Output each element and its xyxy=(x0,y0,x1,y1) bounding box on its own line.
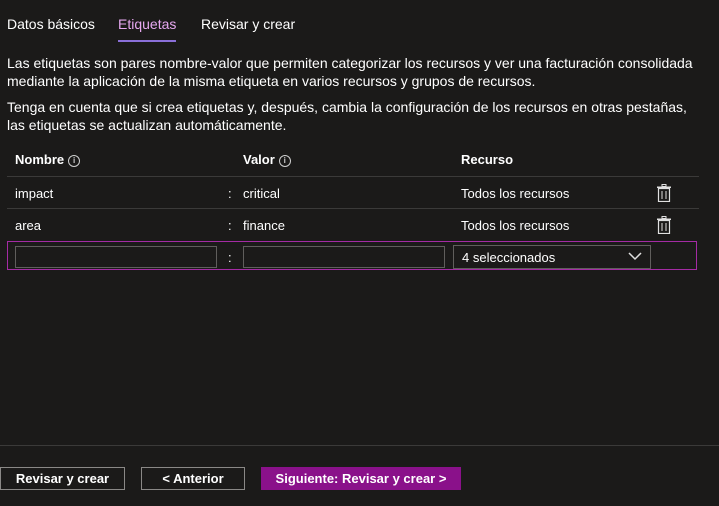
column-header-value: Valor i xyxy=(243,152,291,167)
tab-revisar-y-crear[interactable]: Revisar y crear xyxy=(201,16,295,32)
tag-resource[interactable]: Todos los recursos xyxy=(461,186,569,201)
info-icon[interactable]: i xyxy=(278,155,291,167)
description-paragraph-2: Tenga en cuenta que si crea etiquetas y,… xyxy=(7,99,687,133)
resource-dropdown-value: 4 seleccionados xyxy=(462,250,556,265)
column-header-name: Nombre i xyxy=(15,152,81,167)
separator-colon: : xyxy=(228,186,232,201)
separator-colon: : xyxy=(228,218,232,233)
row-divider xyxy=(7,208,699,209)
info-icon[interactable]: i xyxy=(68,155,81,167)
tag-name[interactable]: area xyxy=(15,218,41,233)
description-paragraph-1: Las etiquetas son pares nombre-valor que… xyxy=(7,55,693,89)
footer-divider xyxy=(0,445,719,446)
tag-value[interactable]: finance xyxy=(243,218,285,233)
header-divider xyxy=(7,176,699,177)
column-header-resource: Recurso xyxy=(461,152,514,167)
tag-value[interactable]: critical xyxy=(243,186,280,201)
delete-icon[interactable] xyxy=(657,184,671,202)
previous-button[interactable]: < Anterior xyxy=(141,467,245,490)
column-header-name-label: Nombre xyxy=(15,152,65,167)
resource-dropdown[interactable]: 4 seleccionados xyxy=(453,245,651,269)
new-tag-name-input[interactable] xyxy=(15,246,217,268)
tab-datos-basicos[interactable]: Datos básicos xyxy=(7,16,95,32)
column-header-value-label: Valor xyxy=(243,152,275,167)
next-button[interactable]: Siguiente: Revisar y crear > xyxy=(261,467,461,490)
tab-bar: Datos básicos Etiquetas Revisar y crear xyxy=(0,0,719,44)
active-tab-indicator xyxy=(118,40,176,42)
tab-etiquetas[interactable]: Etiquetas xyxy=(118,16,176,32)
review-create-button[interactable]: Revisar y crear xyxy=(0,467,125,490)
separator-colon: : xyxy=(228,250,232,265)
tag-resource[interactable]: Todos los recursos xyxy=(461,218,569,233)
chevron-down-icon xyxy=(628,252,642,261)
delete-icon[interactable] xyxy=(657,216,671,234)
new-tag-value-input[interactable] xyxy=(243,246,445,268)
tag-name[interactable]: impact xyxy=(15,186,53,201)
